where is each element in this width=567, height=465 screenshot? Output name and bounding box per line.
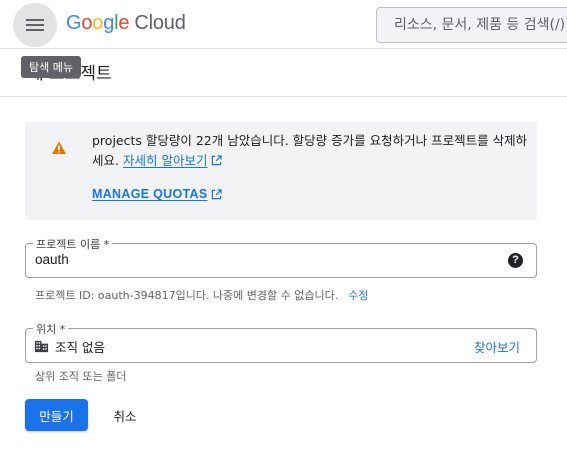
divider xyxy=(0,96,567,97)
manage-quotas-link[interactable]: MANAGE QUOTAS xyxy=(92,187,223,201)
project-name-field[interactable]: 프로젝트 이름 * ? xyxy=(25,236,537,278)
help-icon[interactable]: ? xyxy=(508,253,523,268)
menu-tooltip: 탐색 메뉴 xyxy=(21,56,81,78)
logo-letter: G xyxy=(66,12,82,34)
logo-letter: o xyxy=(81,12,93,34)
warning-icon xyxy=(52,141,66,154)
edit-project-id-link[interactable]: 수정 xyxy=(348,289,368,302)
alert-message-container: projects 할당량이 22개 남았습니다. 할당량 증가를 요청하거나 프… xyxy=(92,131,532,171)
cancel-button[interactable]: 취소 xyxy=(100,399,150,431)
logo-letter: e xyxy=(118,12,130,34)
search-box[interactable] xyxy=(376,7,567,43)
learn-more-label: 자세히 알아보기 xyxy=(122,153,208,168)
top-bar: Go o g l e Cloud xyxy=(0,0,567,49)
building-icon xyxy=(34,340,49,353)
create-button[interactable]: 만들기 xyxy=(25,399,88,431)
manage-quotas-label: MANAGE QUOTAS xyxy=(92,187,208,201)
location-hint: 상위 조직 또는 폴더 xyxy=(35,370,127,383)
external-link-icon xyxy=(212,188,223,199)
google-cloud-logo[interactable]: Go o g l e Cloud xyxy=(66,12,186,35)
learn-more-link[interactable]: 자세히 알아보기 xyxy=(123,153,207,168)
external-link-icon xyxy=(212,155,223,166)
location-field[interactable]: 위치 * 조직 없음 찾아보기 xyxy=(25,321,537,363)
quota-warning-alert: projects 할당량이 22개 남았습니다. 할당량 증가를 요청하거나 프… xyxy=(25,122,537,220)
browse-button[interactable]: 찾아보기 xyxy=(474,337,520,356)
navigation-menu-button[interactable] xyxy=(13,3,57,47)
logo-letter: g xyxy=(103,12,115,34)
logo-product: Cloud xyxy=(134,12,186,34)
project-id-text: 프로젝트 ID: oauth-394817입니다. 나중에 변경할 수 없습니다… xyxy=(35,289,339,302)
location-label: 위치 * xyxy=(33,321,69,337)
logo-letter: o xyxy=(92,12,104,34)
search-input[interactable] xyxy=(394,17,567,33)
hamburger-menu-icon xyxy=(26,19,44,31)
location-value: 조직 없음 xyxy=(55,340,105,355)
project-name-label: 프로젝트 이름 * xyxy=(33,236,113,252)
project-id-hint: 프로젝트 ID: oauth-394817입니다. 나중에 변경할 수 없습니다… xyxy=(35,287,369,303)
project-name-input[interactable] xyxy=(35,252,495,267)
